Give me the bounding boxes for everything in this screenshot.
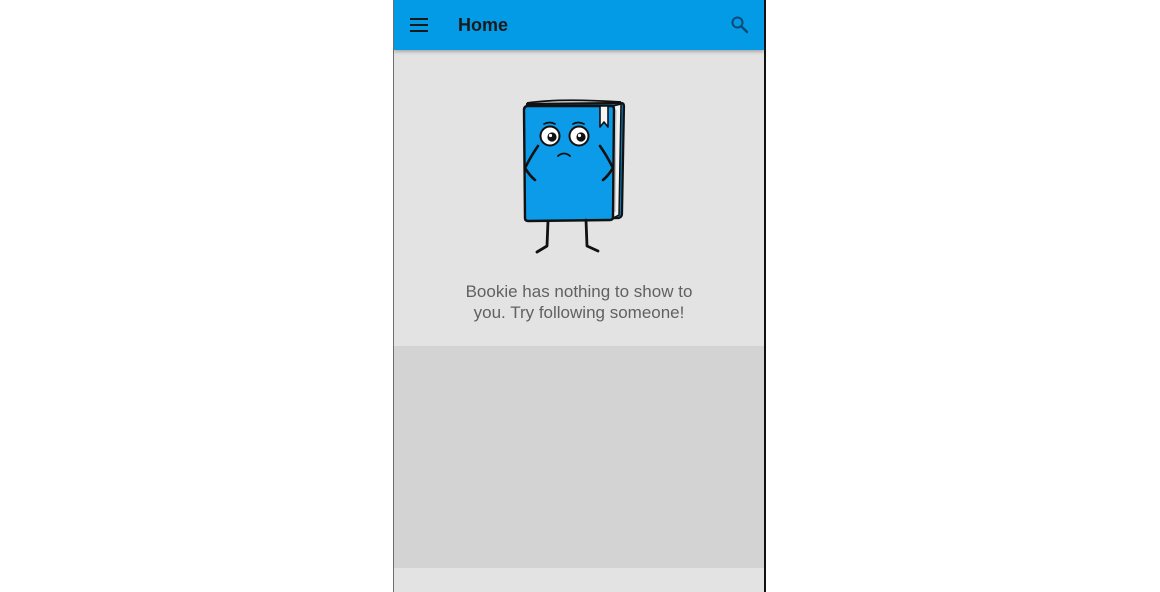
search-icon — [731, 16, 749, 34]
empty-state-message: Bookie has nothing to show to you. Try f… — [465, 282, 693, 322]
phone-screen: Home Bookie has nothing to show to you. … — [393, 0, 766, 592]
app-bar: Home — [394, 0, 764, 50]
page-title: Home — [458, 15, 509, 35]
menu-button[interactable] — [408, 14, 430, 36]
sad-book-mascot-illustration — [522, 99, 626, 254]
page: Home Bookie has nothing to show to you. … — [0, 0, 1160, 592]
hamburger-menu-icon — [410, 18, 428, 32]
empty-state: Bookie has nothing to show to you. Try f… — [394, 50, 764, 346]
search-button[interactable] — [730, 15, 750, 35]
bottom-strip — [394, 568, 764, 592]
feed-placeholder — [394, 346, 764, 568]
